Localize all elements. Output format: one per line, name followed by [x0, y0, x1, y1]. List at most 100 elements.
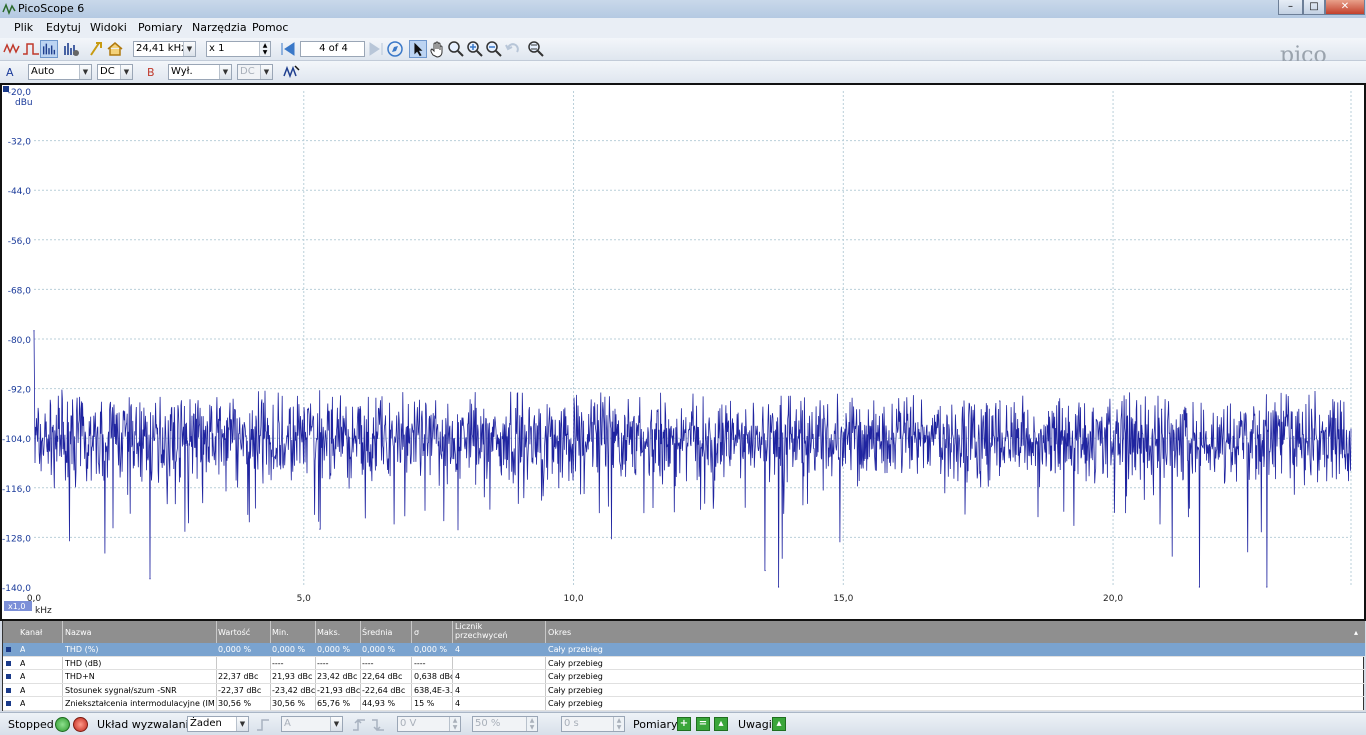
zoom-tool-icon[interactable]: [447, 40, 465, 58]
trigger-mode-select[interactable]: Żaden ▼: [187, 716, 249, 732]
math-channels-icon[interactable]: [283, 63, 301, 81]
cell-srednia: 44,93 %: [362, 699, 396, 708]
measurement-row[interactable]: A THD+N 22,37 dBc 21,93 dBc 23,42 dBc 22,64 d…: [3, 670, 1365, 684]
channel-a-axis-marker[interactable]: [3, 86, 9, 92]
spectrum-chart[interactable]: -20,0 -32,0 -44,0 -56,0 -68,0 -80,0 -92,0 -104,…: [2, 85, 1364, 619]
spike-point: [1266, 586, 1268, 588]
trigger-channel-select[interactable]: A ▼: [281, 716, 343, 732]
y-tick-label: -140,0: [2, 584, 31, 594]
hand-tool-icon[interactable]: [428, 40, 446, 58]
col-maks[interactable]: Maks.: [317, 628, 340, 637]
scope-mode-icon[interactable]: [3, 40, 21, 58]
minimize-button[interactable]: –: [1278, 0, 1303, 15]
col-licznik[interactable]: Licznik przechwyceń: [455, 622, 508, 640]
spin-icon: ▲ ▼: [259, 42, 270, 56]
add-measurement-button[interactable]: +: [677, 717, 691, 731]
menu-pomoc[interactable]: Pomoc: [252, 21, 288, 34]
measurement-row[interactable]: A THD (%) 0,000 % 0,000 % 0,000 % 0,000 % 0,00…: [3, 643, 1365, 657]
scale-badge: x1,0: [8, 602, 25, 611]
channel-b-button[interactable]: B: [147, 66, 155, 79]
compass-icon[interactable]: [386, 40, 404, 58]
rising-edge-icon[interactable]: [351, 717, 367, 733]
picoscope-app-icon: [2, 2, 16, 16]
spectrum-mode-icon[interactable]: [40, 40, 58, 58]
spike-point: [1161, 408, 1163, 410]
zoom-fit-icon[interactable]: [527, 40, 545, 58]
trigger-delay-stepper[interactable]: 0 s ▲ ▼: [561, 716, 625, 732]
cell-maks: -21,93 dBc: [317, 685, 361, 695]
y-tick-label: -56,0: [8, 237, 32, 247]
cell-sigma: ----: [414, 658, 426, 668]
close-button[interactable]: ✕: [1325, 0, 1365, 15]
col-nazwa[interactable]: Nazwa: [65, 628, 92, 637]
spectrum-view[interactable]: -20,0 -32,0 -44,0 -56,0 -68,0 -80,0 -92,0 -104,…: [0, 83, 1366, 621]
channel-a-range-value: Auto: [31, 66, 55, 77]
maximize-button[interactable]: □: [1303, 0, 1325, 15]
trigger-threshold-stepper[interactable]: 0 V ▲ ▼: [397, 716, 461, 732]
cell-kanal: A: [20, 699, 26, 708]
col-okres[interactable]: Okres: [548, 628, 571, 637]
persistence-mode-icon[interactable]: [22, 40, 40, 58]
cell-licznik: 4: [455, 685, 461, 695]
channel-a-button[interactable]: A: [6, 66, 14, 79]
cell-kanal: A: [20, 685, 26, 695]
pretrigger-stepper[interactable]: 50 % ▲ ▼: [472, 716, 538, 732]
spin-icon: ▲ ▼: [526, 717, 537, 731]
col-wartosc[interactable]: Wartość: [218, 628, 250, 637]
chevron-down-icon: ▼: [183, 42, 195, 56]
x-tick-label: 5,0: [297, 594, 312, 604]
measurement-row[interactable]: A THD (dB) ---- ---- ---- ---- Cały przebieg: [3, 657, 1365, 670]
multiplier-stepper[interactable]: x 1 ▲ ▼: [206, 41, 271, 57]
spin-icon: ▲ ▼: [449, 717, 460, 731]
spike-point: [777, 586, 780, 588]
cell-sigma: 0,000 %: [414, 645, 448, 654]
frequency-select[interactable]: 24,41 kHz ▼: [133, 41, 196, 57]
measurement-row[interactable]: A Stosunek sygnał/szum -SNR -22,37 dBc -23,…: [3, 684, 1365, 697]
channel-a-coupling-select[interactable]: DC ▼: [97, 64, 133, 80]
col-min[interactable]: Min.: [272, 628, 289, 637]
auto-setup-icon[interactable]: [87, 40, 105, 58]
x-tick-label: 10,0: [564, 594, 584, 604]
spectrum-options-icon[interactable]: [62, 40, 80, 58]
next-buffer-icon[interactable]: [367, 40, 385, 58]
pointer-tool-icon[interactable]: [409, 40, 427, 58]
zoom-out-icon[interactable]: [485, 40, 503, 58]
col-kanal[interactable]: Kanał: [20, 628, 42, 637]
cell-min: ----: [272, 658, 284, 668]
notes-toggle-button[interactable]: ▴: [772, 717, 786, 731]
cell-licznik: 4: [455, 699, 461, 708]
measurements-label: Pomiary: [633, 718, 678, 731]
undo-zoom-icon[interactable]: [504, 40, 522, 58]
menu-widoki[interactable]: Widoki: [90, 21, 127, 34]
menu-edytuj[interactable]: Edytuj: [46, 21, 81, 34]
zoom-in-icon[interactable]: [466, 40, 484, 58]
delete-measurement-button[interactable]: ▴: [714, 717, 728, 731]
cell-sigma: 15 %: [414, 699, 435, 708]
advanced-trigger-icon[interactable]: [255, 717, 271, 733]
channel-a-range-select[interactable]: Auto ▼: [28, 64, 92, 80]
menu-pomiary[interactable]: Pomiary: [138, 21, 183, 34]
stop-button[interactable]: [73, 717, 88, 732]
channel-b-coupling-select[interactable]: DC ▼: [237, 64, 273, 80]
edit-measurement-button[interactable]: =: [696, 717, 710, 731]
home-icon[interactable]: [106, 40, 124, 58]
start-button[interactable]: [55, 717, 70, 732]
cell-nazwa: THD (dB): [65, 658, 102, 668]
menu-narzedzia[interactable]: Narzędzia: [192, 21, 247, 34]
buffer-navigator[interactable]: 4 of 4: [300, 41, 365, 57]
row-marker-icon: [6, 660, 11, 666]
pretrigger-value: 50 %: [475, 718, 501, 729]
collapse-icon[interactable]: ▴: [1354, 628, 1358, 637]
first-buffer-icon[interactable]: [279, 40, 297, 58]
col-licznik-line2: przechwyceń: [455, 631, 508, 640]
measurement-row[interactable]: A Zniekształcenia intermodulacyjne (IMD) 3…: [3, 697, 1365, 711]
col-sigma[interactable]: σ: [414, 628, 419, 637]
falling-edge-icon[interactable]: [370, 717, 386, 733]
menu-plik[interactable]: Plik: [14, 21, 33, 34]
col-srednia[interactable]: Średnia: [362, 628, 392, 637]
spike-point: [319, 528, 321, 530]
chevron-down-icon: ▼: [219, 65, 231, 79]
cell-okres: Cały przebieg: [548, 685, 603, 695]
spike-point: [999, 400, 1001, 402]
channel-b-range-select[interactable]: Wył. ▼: [168, 64, 232, 80]
